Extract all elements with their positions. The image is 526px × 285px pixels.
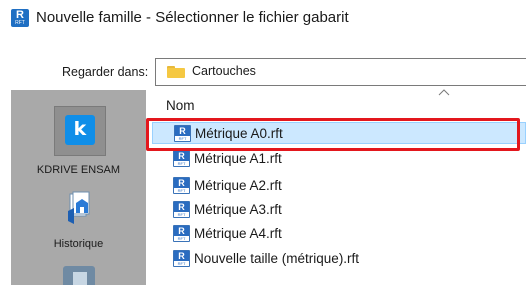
folder-icon — [167, 66, 185, 78]
file-row[interactable]: R RFT Métrique A3.rft — [152, 199, 526, 221]
file-row[interactable]: R RFT Métrique A4.rft — [152, 223, 526, 245]
highlight-annotation — [146, 118, 520, 151]
kdrive-tile: k — [54, 106, 106, 156]
title-bar: R RFT Nouvelle famille - Sélectionner le… — [0, 0, 526, 38]
window-title: Nouvelle famille - Sélectionner le fichi… — [36, 9, 349, 26]
place-historique[interactable]: Historique — [11, 188, 146, 258]
file-row[interactable]: R RFT Métrique A2.rft — [152, 175, 526, 197]
rft-file-icon: R RFT — [173, 225, 190, 242]
place-kdrive-ensam[interactable]: k KDRIVE ENSAM — [11, 98, 146, 180]
place-desktop[interactable] — [11, 266, 146, 285]
rft-file-icon: R RFT — [173, 177, 190, 194]
file-row[interactable]: R RFT Nouvelle taille (métrique).rft — [152, 248, 526, 270]
file-name: Métrique A1.rft — [194, 151, 282, 166]
look-in-value: Cartouches — [192, 64, 256, 78]
look-in-label: Regarder dans: — [62, 65, 149, 79]
history-icon — [68, 191, 90, 224]
place-label: KDRIVE ENSAM — [36, 164, 121, 176]
column-name-label: Nom — [166, 98, 195, 113]
look-in-dropdown[interactable]: Cartouches — [155, 58, 526, 86]
desktop-icon — [63, 266, 95, 285]
rft-file-icon: R RFT — [173, 150, 190, 167]
name-column-header[interactable]: Nom — [152, 89, 526, 116]
file-name: Métrique A4.rft — [194, 226, 282, 241]
file-name: Nouvelle taille (métrique).rft — [194, 251, 360, 266]
place-label: Historique — [53, 238, 104, 250]
revit-app-icon: R RFT — [11, 9, 29, 27]
file-name: Métrique A3.rft — [194, 202, 282, 217]
rft-file-icon: R RFT — [173, 250, 190, 267]
sort-ascending-icon — [438, 89, 450, 96]
rft-file-icon: R RFT — [173, 201, 190, 218]
file-name: Métrique A2.rft — [194, 178, 282, 193]
file-row[interactable]: R RFT Métrique A1.rft — [152, 148, 526, 170]
kdrive-icon: k — [65, 115, 95, 145]
places-bar: k KDRIVE ENSAM Historique — [11, 90, 146, 285]
